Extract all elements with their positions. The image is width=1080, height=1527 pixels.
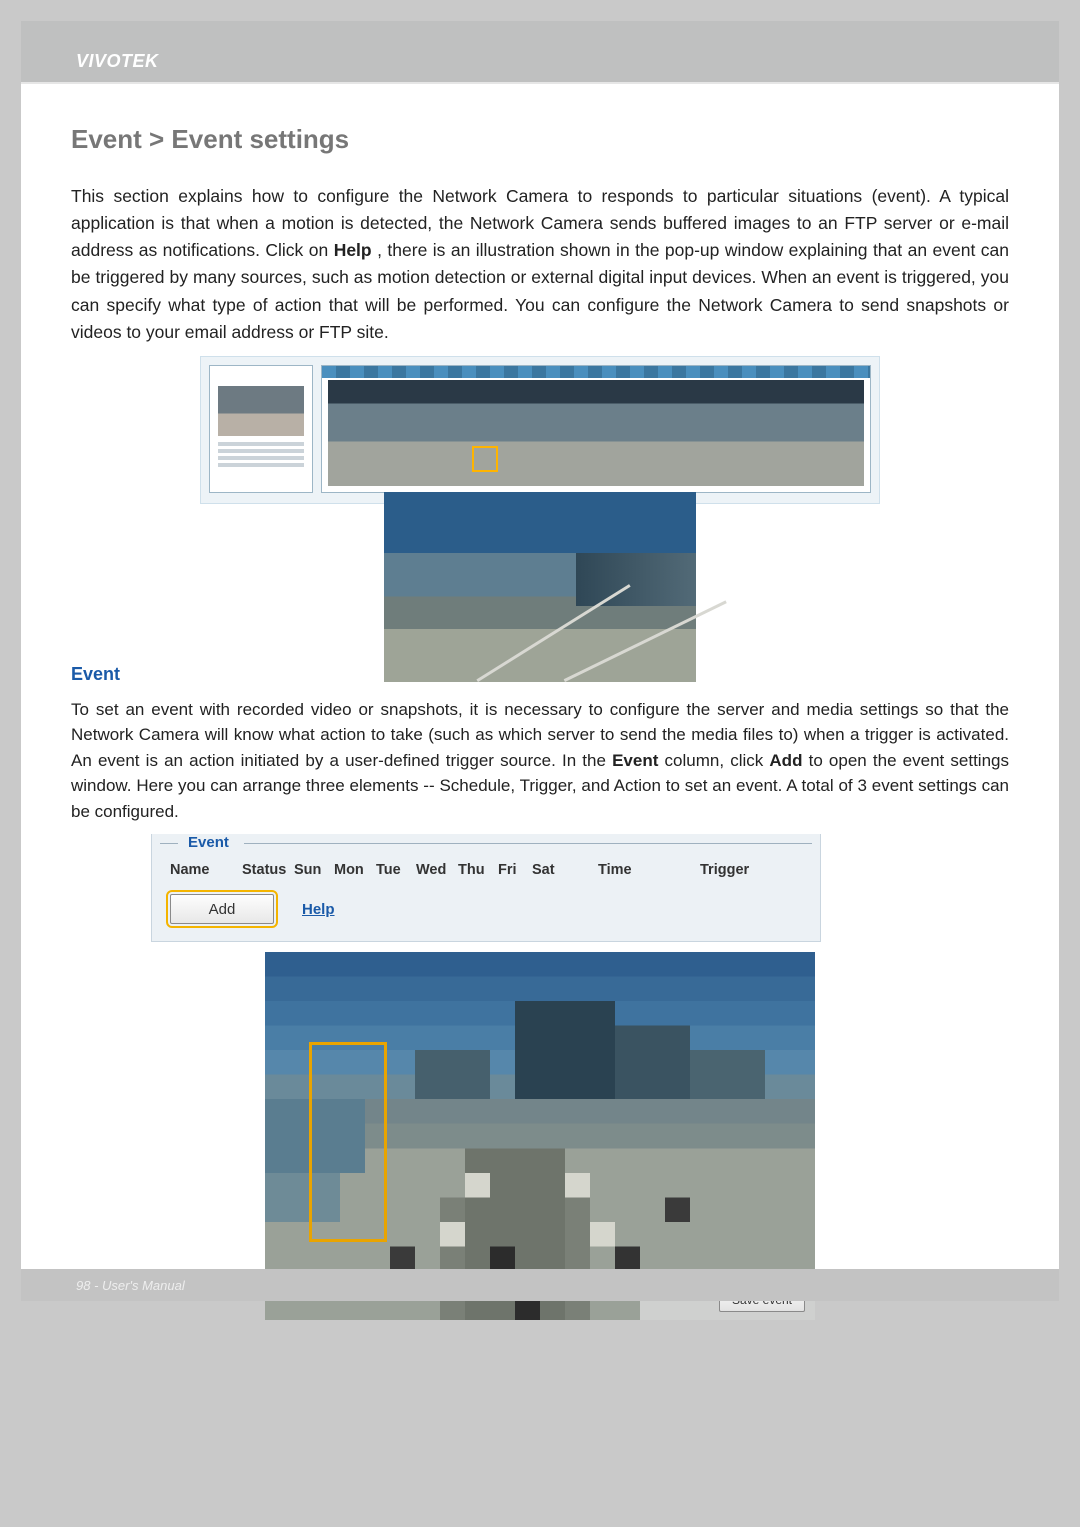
motion-region-box: [309, 1042, 387, 1242]
col-sat: Sat: [532, 862, 572, 878]
brand-text: VIVOTEK: [76, 51, 159, 72]
page-title: Event > Event settings: [71, 124, 1009, 155]
event-table-headers: Name Status Sun Mon Tue Wed Thu Fri Sat …: [170, 862, 802, 878]
col-wed: Wed: [416, 862, 458, 878]
col-mon: Mon: [334, 862, 376, 878]
col-time: Time: [598, 862, 666, 878]
content-area: Event > Event settings This section expl…: [21, 84, 1059, 1320]
add-button[interactable]: Add: [170, 894, 274, 924]
pixelated-preview: Save event: [265, 952, 815, 1320]
col-fri: Fri: [498, 862, 532, 878]
col-tue: Tue: [376, 862, 416, 878]
col-trigger: Trigger: [700, 862, 780, 878]
highlight-box-icon: [472, 446, 498, 472]
footer-text: 98 - User's Manual: [76, 1278, 185, 1293]
page-footer: 98 - User's Manual: [21, 1269, 1059, 1301]
footer-label: User's Manual: [102, 1278, 185, 1293]
event-legend: Event: [184, 834, 233, 851]
center-photo: [384, 492, 696, 682]
illustration-wide-panel: [321, 365, 871, 493]
col-status: Status: [242, 862, 294, 878]
illustration-strip: [200, 356, 880, 504]
illustration-thumb-left: [209, 365, 313, 493]
event-p2: column, click: [665, 751, 770, 770]
event-settings-panel: Event Name Status Sun Mon Tue Wed Thu Fr…: [151, 834, 821, 942]
event-bold-event: Event: [612, 751, 658, 770]
intro-paragraph: This section explains how to configure t…: [71, 183, 1009, 346]
help-link[interactable]: Help: [302, 901, 335, 918]
page: VIVOTEK Event > Event settings This sect…: [21, 21, 1059, 1301]
event-bold-add: Add: [769, 751, 802, 770]
col-sun: Sun: [294, 862, 334, 878]
event-paragraph: To set an event with recorded video or s…: [71, 697, 1009, 825]
footer-page-no: 98: [76, 1278, 90, 1293]
col-name: Name: [170, 862, 242, 878]
col-thu: Thu: [458, 862, 498, 878]
intro-help-word: Help: [334, 240, 372, 260]
brand-bar: VIVOTEK: [21, 21, 1059, 84]
